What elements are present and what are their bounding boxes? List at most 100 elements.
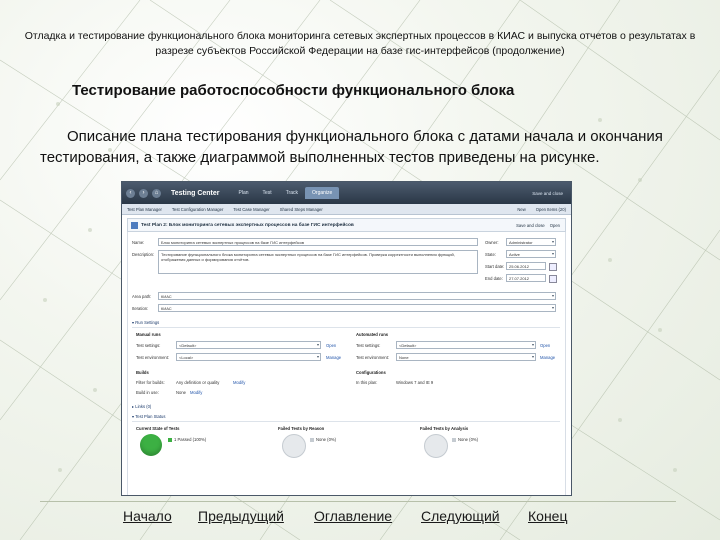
save-and-close-button[interactable]: Save and close xyxy=(516,223,545,228)
subnav-test-plan-manager[interactable]: Test Plan Manager xyxy=(122,207,167,212)
slide-subtitle: Тестирование работоспособности функциона… xyxy=(72,82,515,99)
iteration-value: КИАС xyxy=(161,306,172,311)
auto-test-env-value: None xyxy=(399,355,409,360)
chevron-down-icon: ▾ xyxy=(551,251,554,256)
filter-for-builds-label: Filter for builds: xyxy=(136,380,165,385)
filter-for-builds-value: Any definition or quality xyxy=(176,380,220,385)
iteration-select[interactable]: КИАС ▾ xyxy=(158,304,556,312)
owner-label: Owner: xyxy=(485,240,499,245)
name-field[interactable]: Блок мониторинга сетевых экспертных проц… xyxy=(158,238,478,246)
subnav-shared-steps-manager[interactable]: Shared Steps Manager xyxy=(275,207,328,212)
nav-next-link[interactable]: Следующий xyxy=(421,508,500,524)
end-date-label: End date: xyxy=(485,276,503,281)
testing-center-screenshot: ‹ › ⌂ Testing Center Plan Test Track Org… xyxy=(121,181,572,496)
chevron-down-icon: ▾ xyxy=(316,342,319,347)
description-label: Description: xyxy=(132,252,155,257)
tab-track[interactable]: Track xyxy=(279,187,305,199)
chevron-down-icon: ▾ xyxy=(551,293,554,298)
test-plan-status-label: Test Plan Status xyxy=(135,414,166,419)
passed-legend-swatch xyxy=(168,438,172,442)
nav-contents-link[interactable]: Оглавление xyxy=(314,508,392,524)
footer-divider xyxy=(40,501,676,502)
slide-header: Отладка и тестирование функционального б… xyxy=(24,30,696,57)
chevron-down-icon: ▾ xyxy=(551,239,554,244)
manual-test-env-label: Test environment: xyxy=(136,355,170,360)
failed-by-analysis-title: Failed Tests by Analysis xyxy=(420,426,469,431)
manual-manage-link[interactable]: Manage xyxy=(326,355,341,360)
state-select[interactable]: Active ▾ xyxy=(506,250,556,258)
build-in-use-label: Build in use: xyxy=(136,390,159,395)
start-date-field[interactable]: 25.06.2012 xyxy=(506,262,546,270)
manual-test-settings-select[interactable]: <Default> ▾ xyxy=(176,341,321,349)
description-field[interactable]: Тестирование функционального блока монит… xyxy=(158,250,478,274)
test-plan-status-section[interactable]: ▾ Test Plan Status xyxy=(132,414,165,419)
home-icon[interactable]: ⌂ xyxy=(152,188,161,198)
auto-open-link[interactable]: Open xyxy=(540,343,550,348)
name-label: Name: xyxy=(132,240,145,245)
manual-test-env-value: <Local> xyxy=(179,355,194,360)
state-value: Active xyxy=(509,252,520,257)
new-button[interactable]: New xyxy=(512,207,530,212)
failed-by-reason-pie xyxy=(282,434,306,458)
failed-by-reason-title: Failed Tests by Reason xyxy=(278,426,325,431)
chevron-down-icon: ▾ xyxy=(531,342,534,347)
iteration-label: Iteration: xyxy=(132,306,149,311)
start-date-label: Start date: xyxy=(485,264,505,269)
tab-plan[interactable]: Plan xyxy=(232,187,256,199)
reason-legend-label: None (0%) xyxy=(316,437,337,442)
manual-runs-heading: Manual runs xyxy=(136,332,161,337)
app-title: Testing Center xyxy=(171,189,220,197)
modify-build-link[interactable]: Modify xyxy=(190,390,202,395)
auto-test-env-select[interactable]: None ▾ xyxy=(396,353,536,361)
builds-heading: Builds xyxy=(136,370,149,375)
open-items-button[interactable]: Open Items (20) xyxy=(531,207,571,212)
chevron-down-icon: ▾ xyxy=(551,305,554,310)
in-this-plan-value: Windows 7 and IE 9 xyxy=(396,380,434,385)
auto-test-settings-value: <Default> xyxy=(399,343,417,348)
nav-previous-link[interactable]: Предыдущий xyxy=(198,508,284,524)
area-path-select[interactable]: КИАС ▾ xyxy=(158,292,556,300)
current-state-title: Current State of Tests xyxy=(136,426,180,431)
failed-by-analysis-pie xyxy=(424,434,448,458)
build-in-use-value: None xyxy=(176,390,187,395)
subnav-bar: Test Plan Manager Test Configuration Man… xyxy=(122,204,571,215)
reason-legend-swatch xyxy=(310,438,314,442)
back-icon[interactable]: ‹ xyxy=(126,188,135,198)
nav-end-link[interactable]: Конец xyxy=(528,508,567,524)
forward-icon[interactable]: › xyxy=(139,188,148,198)
auto-test-settings-select[interactable]: <Default> ▾ xyxy=(396,341,536,349)
subnav-test-configuration-manager[interactable]: Test Configuration Manager xyxy=(167,207,228,212)
links-section[interactable]: ▸ Links (0) xyxy=(132,404,151,409)
save-and-close-link[interactable]: Save and close xyxy=(532,191,563,196)
run-settings-label: Run Settings xyxy=(135,320,160,325)
slide-body: Описание плана тестирования функциональн… xyxy=(40,128,663,166)
end-date-field[interactable]: 27.07.2012 xyxy=(506,274,546,282)
area-path-value: КИАС xyxy=(161,294,172,299)
auto-manage-link[interactable]: Manage xyxy=(540,355,555,360)
subnav-test-case-manager[interactable]: Test Case Manager xyxy=(228,207,274,212)
run-settings-section[interactable]: ▾ Run Settings xyxy=(132,320,159,325)
manual-open-link[interactable]: Open xyxy=(326,343,336,348)
manual-test-settings-label: Test settings: xyxy=(136,343,161,348)
tab-test[interactable]: Test xyxy=(256,187,279,199)
modify-filter-link[interactable]: Modify xyxy=(233,380,245,385)
app-titlebar: ‹ › ⌂ Testing Center Plan Test Track Org… xyxy=(122,182,571,204)
manual-test-settings-value: <Default> xyxy=(179,343,197,348)
calendar-icon[interactable] xyxy=(549,275,557,283)
analysis-legend-swatch xyxy=(452,438,456,442)
analysis-legend-label: None (0%) xyxy=(458,437,479,442)
test-plan-icon xyxy=(131,221,138,229)
nav-start-link[interactable]: Начало xyxy=(123,508,172,524)
calendar-icon[interactable] xyxy=(549,263,557,271)
state-label: State: xyxy=(485,252,496,257)
tab-organize[interactable]: Organize xyxy=(305,187,340,199)
owner-select[interactable]: Administrator ▾ xyxy=(506,238,556,246)
in-this-plan-label: In this plan: xyxy=(356,380,378,385)
automated-runs-heading: Automated runs xyxy=(356,332,389,337)
manual-test-env-select[interactable]: <Local> ▾ xyxy=(176,353,321,361)
auto-test-env-label: Test environment: xyxy=(356,355,390,360)
passed-legend-label: 1 Passed (100%) xyxy=(174,437,207,442)
chevron-down-icon: ▾ xyxy=(531,354,534,359)
open-button[interactable]: Open xyxy=(550,223,560,228)
configurations-heading: Configurations xyxy=(356,370,386,375)
